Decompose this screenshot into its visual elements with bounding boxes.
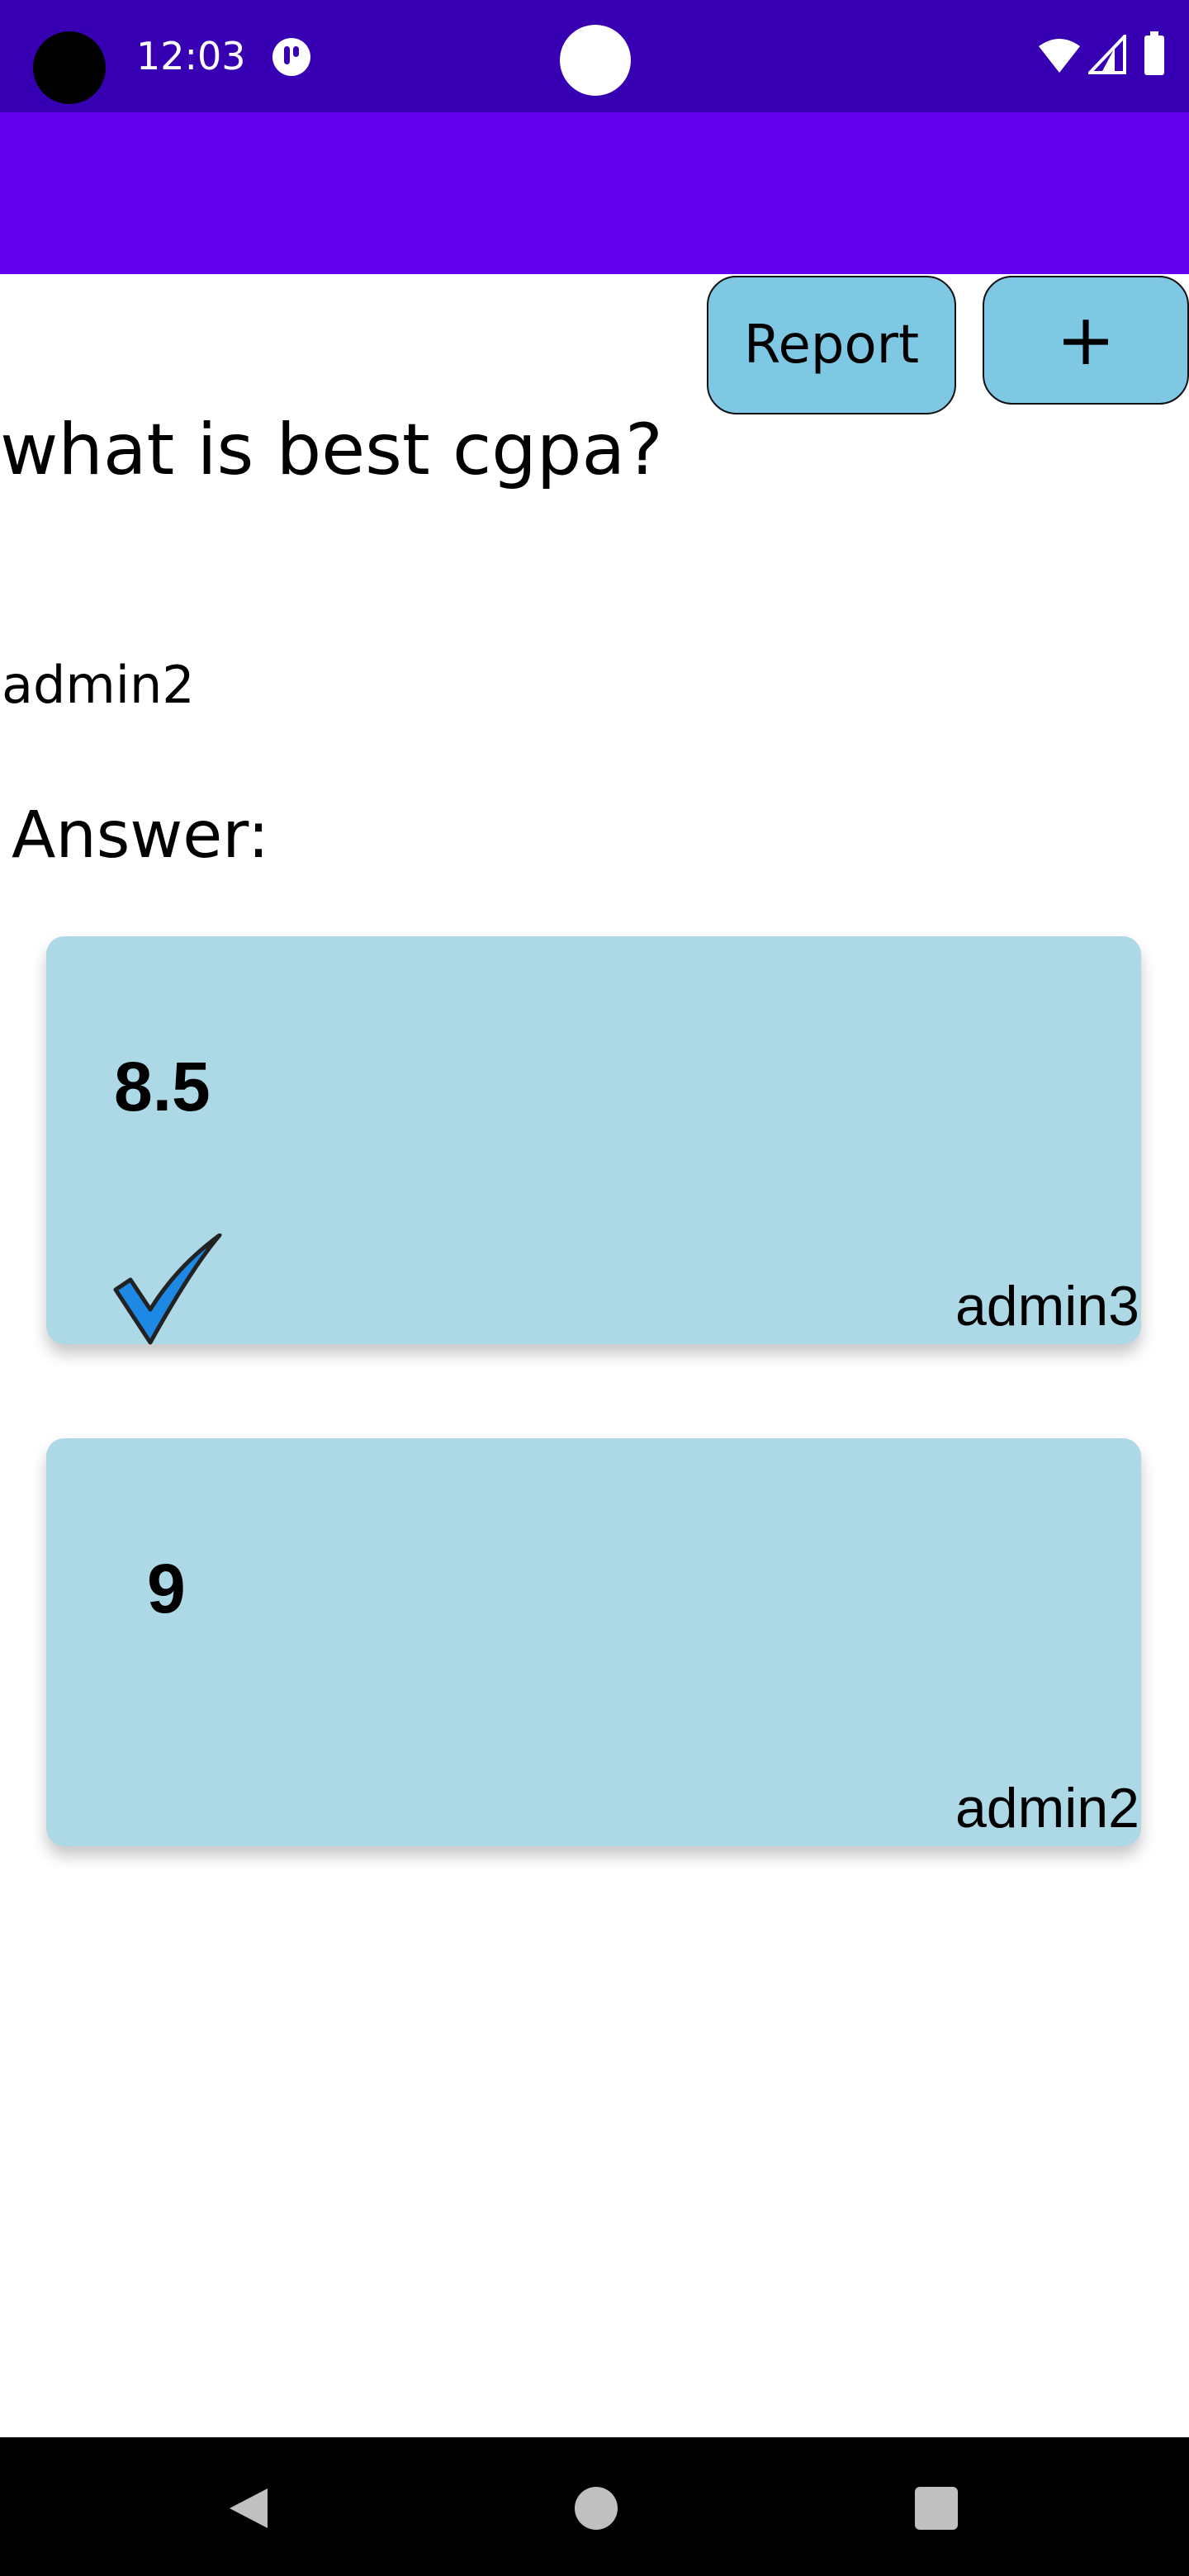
recents-icon[interactable] bbox=[915, 2487, 958, 2530]
question-title: what is best cgpa? bbox=[0, 409, 663, 491]
notification-icon bbox=[272, 38, 310, 76]
add-answer-button[interactable]: + bbox=[983, 276, 1189, 405]
answers-heading: Answer: bbox=[12, 798, 270, 873]
answer-value: 9 bbox=[147, 1550, 186, 1627]
report-button[interactable]: Report bbox=[707, 276, 956, 414]
question-author: admin2 bbox=[2, 655, 195, 715]
camera-cutout bbox=[33, 31, 106, 104]
cellular-signal-icon bbox=[1088, 35, 1126, 74]
app-bar bbox=[0, 112, 1189, 274]
status-bar: 12:03 bbox=[0, 0, 1189, 112]
answer-author: admin3 bbox=[955, 1275, 1139, 1338]
status-time: 12:03 bbox=[136, 34, 246, 78]
battery-icon bbox=[1144, 31, 1164, 75]
navigation-bar bbox=[0, 2437, 1189, 2576]
answer-card[interactable]: 8.5 admin3 bbox=[46, 936, 1141, 1346]
status-indicator-dot bbox=[560, 25, 631, 96]
home-icon[interactable] bbox=[575, 2487, 618, 2530]
answer-value: 8.5 bbox=[114, 1048, 211, 1125]
answer-card[interactable]: 9 admin2 bbox=[46, 1438, 1141, 1846]
back-icon[interactable] bbox=[225, 2485, 271, 2531]
wifi-icon bbox=[1039, 39, 1080, 73]
accepted-check-icon[interactable] bbox=[112, 1234, 225, 1346]
answer-author: admin2 bbox=[955, 1777, 1139, 1840]
